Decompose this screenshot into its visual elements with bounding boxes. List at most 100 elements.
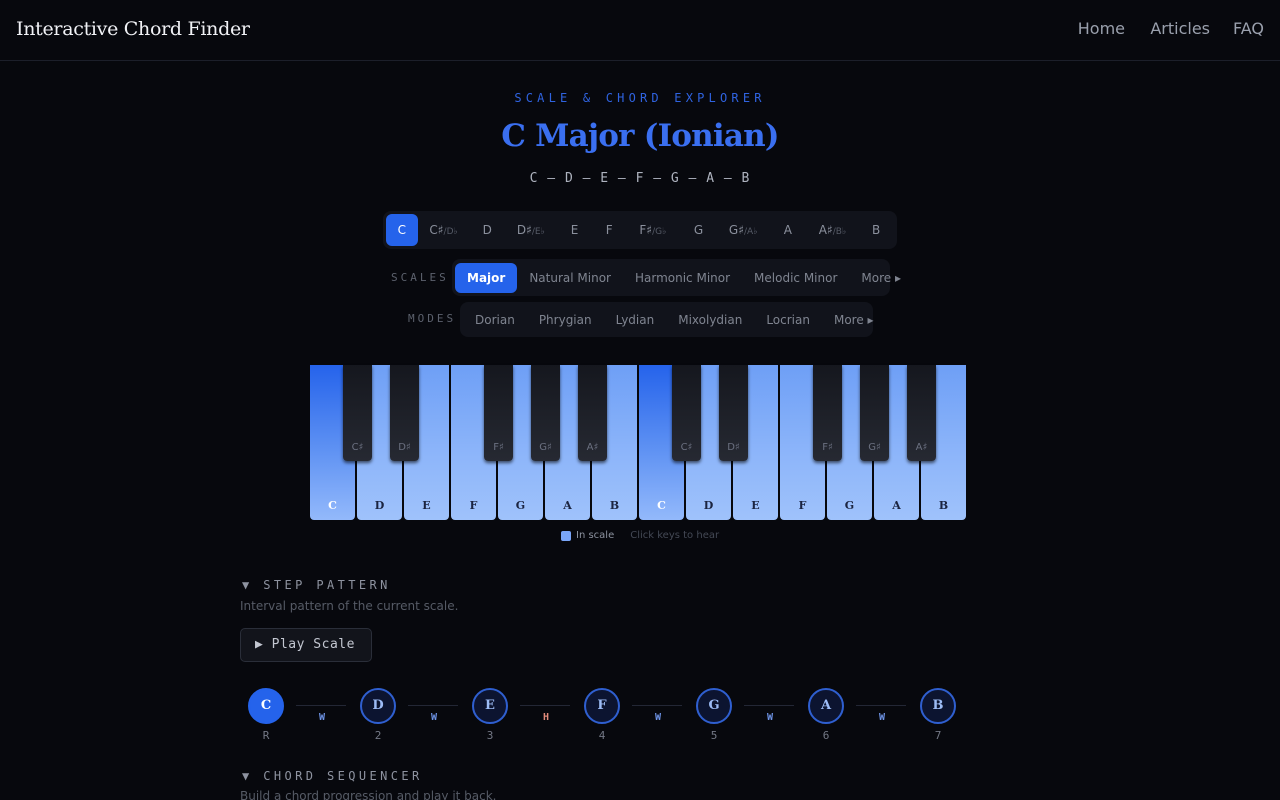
white-key-label: E: [751, 499, 760, 512]
root-note-button[interactable]: A♯/B♭: [807, 214, 859, 246]
black-key[interactable]: G♯: [860, 365, 889, 461]
scale-degree-note[interactable]: A: [808, 688, 844, 724]
scale-degree-note[interactable]: E: [472, 688, 508, 724]
black-key-label: D♯: [398, 442, 411, 453]
step-interval-label: W: [318, 712, 326, 723]
black-key[interactable]: A♯: [578, 365, 607, 461]
step-pattern-toggle[interactable]: ▼ STEP PATTERN: [242, 578, 391, 592]
black-key-label: G♯: [868, 442, 881, 453]
nav-faq-link[interactable]: FAQ: [1233, 19, 1264, 38]
scale-degree-note[interactable]: B: [920, 688, 956, 724]
step-interval-label: W: [766, 712, 774, 723]
step-connector: [856, 705, 906, 706]
white-key-label: D: [703, 499, 714, 512]
scale-option[interactable]: Natural Minor: [517, 263, 623, 293]
white-key-label: A: [563, 499, 572, 512]
scale-selector: Major Natural Minor Harmonic Minor Melodic …: [452, 259, 901, 296]
mode-option[interactable]: Phrygian: [527, 305, 604, 335]
step-connector: [520, 705, 570, 706]
mode-option[interactable]: Mixolydian: [666, 305, 754, 335]
scale-degree-number: R: [262, 729, 270, 742]
step-connector: [632, 705, 682, 706]
app-title[interactable]: Interactive Chord Finder: [16, 18, 250, 40]
scale-degree[interactable]: E3: [472, 688, 508, 742]
mode-option[interactable]: Locrian: [754, 305, 822, 335]
root-note-button[interactable]: G: [680, 214, 718, 246]
step-connector: [296, 705, 346, 706]
root-note-button[interactable]: F♯/G♭: [626, 214, 680, 246]
root-note-label: G♯: [728, 223, 745, 237]
root-note-button[interactable]: C: [386, 214, 418, 246]
root-note-button[interactable]: G♯/A♭: [717, 214, 769, 246]
root-note-label: B: [872, 223, 881, 237]
root-note-button[interactable]: D: [469, 214, 505, 246]
scale-degree[interactable]: D2: [360, 688, 396, 742]
root-note-label: A: [783, 223, 792, 237]
root-note-button[interactable]: B: [858, 214, 894, 246]
root-note-button[interactable]: F: [592, 214, 626, 246]
legend-hint: Click keys to hear: [630, 530, 720, 541]
root-note-label: F: [605, 223, 613, 237]
step-interval-label: W: [654, 712, 662, 723]
black-key[interactable]: C♯: [343, 365, 372, 461]
white-key-label: C: [657, 499, 666, 512]
step-interval-label: W: [430, 712, 438, 723]
black-key-label: G♯: [539, 442, 552, 453]
nav-home-link[interactable]: Home: [1078, 19, 1125, 38]
scale-option[interactable]: Harmonic Minor: [623, 263, 742, 293]
scale-degree-note[interactable]: G: [696, 688, 732, 724]
scale-degree[interactable]: B7: [920, 688, 956, 742]
nav-articles-link[interactable]: Articles: [1150, 19, 1210, 38]
chord-sequencer-description: Build a chord progression and play it ba…: [240, 789, 497, 800]
scale-degree-note[interactable]: F: [584, 688, 620, 724]
black-key-label: C♯: [680, 442, 693, 453]
scale-option[interactable]: Major: [455, 262, 518, 293]
black-key[interactable]: A♯: [907, 365, 936, 461]
legend-in-scale: In scale: [576, 530, 615, 541]
mode-option[interactable]: Dorian: [463, 305, 527, 335]
scale-degree-note[interactable]: C: [248, 688, 284, 724]
step-pattern-description: Interval pattern of the current scale.: [240, 599, 459, 613]
scale-degree[interactable]: CR: [248, 688, 284, 742]
mode-option[interactable]: Lydian: [604, 305, 667, 335]
scale-option[interactable]: Melodic Minor: [742, 263, 849, 293]
black-key[interactable]: G♯: [531, 365, 560, 461]
white-key-label: B: [609, 499, 620, 512]
scale-degree-number: 6: [822, 729, 830, 742]
step-connector: [408, 705, 458, 706]
root-note-label: C♯: [429, 223, 444, 237]
black-key[interactable]: F♯: [813, 365, 842, 461]
white-key-label: C: [328, 499, 337, 512]
scale-option[interactable]: More ▸: [849, 263, 913, 293]
section-eyebrow: SCALE & CHORD EXPLORER: [514, 91, 766, 105]
white-key-label: F: [469, 499, 478, 512]
top-bar: Interactive Chord Finder Home Articles F…: [0, 0, 1280, 61]
black-key-label: A♯: [586, 442, 599, 453]
mode-option[interactable]: More ▸: [822, 305, 886, 335]
play-scale-button[interactable]: ▶ Play Scale: [240, 628, 372, 662]
black-key[interactable]: F♯: [484, 365, 513, 461]
black-key-label: A♯: [915, 442, 928, 453]
root-note-button[interactable]: E: [557, 214, 593, 246]
scale-degree[interactable]: F4: [584, 688, 620, 742]
scale-title: C Major (Ionian): [501, 118, 779, 154]
root-note-label: D♯: [516, 223, 532, 237]
scale-degree-note[interactable]: D: [360, 688, 396, 724]
root-note-button[interactable]: A: [769, 214, 807, 246]
root-note-enharmonic: /G♭: [652, 227, 667, 237]
scales-label: SCALES: [391, 271, 449, 284]
root-note-button[interactable]: D♯/E♭: [505, 214, 557, 246]
scale-degree[interactable]: A6: [808, 688, 844, 742]
root-note-enharmonic: /A♭: [744, 227, 758, 237]
black-key[interactable]: C♯: [672, 365, 701, 461]
root-note-label: C: [397, 223, 407, 237]
black-key-label: C♯: [351, 442, 364, 453]
scale-degree[interactable]: G5: [696, 688, 732, 742]
black-key[interactable]: D♯: [390, 365, 419, 461]
root-note-button[interactable]: C♯/D♭: [418, 214, 470, 246]
black-key[interactable]: D♯: [719, 365, 748, 461]
white-key-label: G: [515, 499, 526, 512]
black-key-label: F♯: [822, 442, 833, 453]
step-connector: [744, 705, 794, 706]
chord-sequencer-toggle[interactable]: ▼ CHORD SEQUENCER: [242, 769, 423, 783]
